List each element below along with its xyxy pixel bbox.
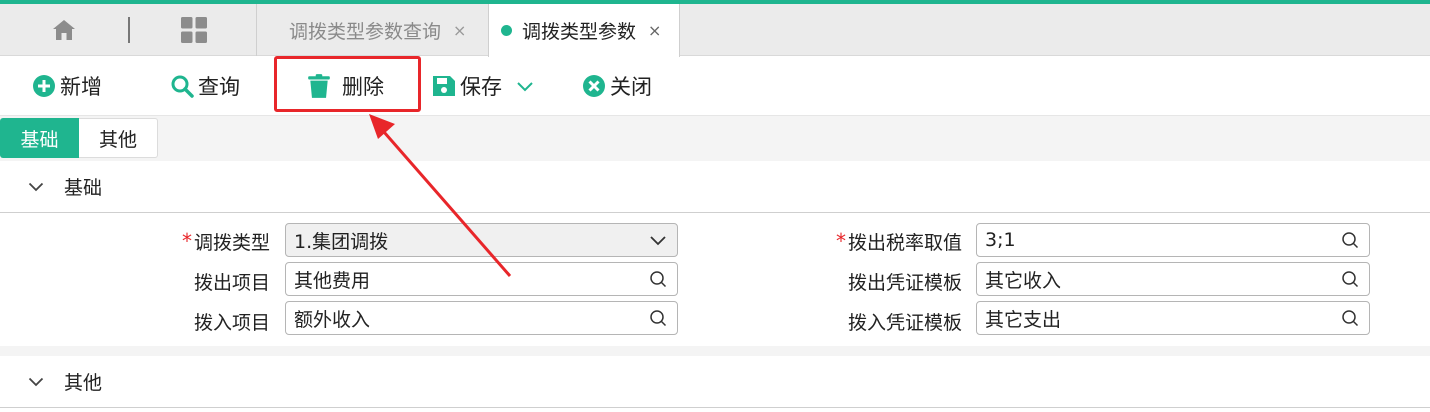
save-label: 保存 — [460, 75, 502, 99]
tab-transfer-type-param[interactable]: 调拨类型参数 × — [488, 4, 680, 57]
transfer-type-select[interactable]: 1.集团调拨 — [285, 223, 678, 257]
plus-circle-icon — [33, 75, 55, 97]
app-grid-button[interactable] — [170, 14, 218, 46]
add-button[interactable]: 新增 — [32, 67, 102, 105]
out-item-label: 拨出项目 — [193, 271, 270, 294]
query-label: 查询 — [198, 75, 240, 99]
section-title: 基础 — [64, 177, 103, 199]
required-mark: * — [835, 229, 846, 253]
section-header-basic[interactable]: 基础 — [0, 161, 1430, 213]
search-icon[interactable] — [1341, 231, 1359, 249]
in-item-label: 拨入项目 — [193, 311, 270, 334]
section-header-other[interactable]: 其他 — [0, 356, 1430, 408]
close-label: 关闭 — [610, 75, 652, 99]
out-voucher-field[interactable]: 其它收入 — [976, 262, 1370, 296]
out-tax-label: * 拨出税率取值 — [835, 229, 962, 254]
chevron-down-icon — [650, 236, 666, 246]
required-mark: * — [181, 229, 192, 253]
active-dot-icon — [501, 25, 512, 36]
subtab-other[interactable]: 其他 — [79, 118, 158, 158]
chevron-down-icon — [28, 182, 44, 191]
tab-divider — [128, 17, 130, 43]
close-circle-icon — [583, 75, 605, 97]
in-voucher-field[interactable]: 其它支出 — [976, 301, 1370, 335]
tab-bar: 调拨类型参数查询 × 调拨类型参数 × — [0, 4, 1430, 57]
toolbar: 新增 查询 删除 保存 关闭 — [0, 57, 1430, 115]
close-icon[interactable]: × — [453, 21, 466, 40]
search-icon[interactable] — [649, 309, 667, 327]
save-button[interactable]: 保存 — [432, 67, 538, 105]
add-label: 新增 — [60, 75, 102, 99]
close-button[interactable]: 关闭 — [582, 67, 652, 105]
delete-highlight-box — [274, 56, 421, 112]
out-tax-field[interactable]: 3;1 — [976, 223, 1370, 257]
section-gap — [0, 346, 1430, 356]
search-icon[interactable] — [649, 270, 667, 288]
section-title: 其他 — [64, 372, 103, 394]
search-icon[interactable] — [1341, 309, 1359, 327]
in-voucher-label: 拨入凭证模板 — [847, 311, 962, 334]
grid-icon — [181, 17, 207, 43]
query-button[interactable]: 查询 — [170, 67, 240, 105]
subtab-band — [0, 115, 1430, 161]
save-icon — [433, 76, 455, 96]
out-voucher-label: 拨出凭证模板 — [847, 271, 962, 294]
tab-label: 调拨类型参数查询 — [289, 20, 442, 43]
subtab-basic[interactable]: 基础 — [0, 118, 79, 158]
tab-transfer-type-param-query[interactable]: 调拨类型参数查询 × — [257, 4, 487, 56]
in-item-field[interactable]: 额外收入 — [285, 301, 678, 335]
chevron-down-icon — [28, 377, 44, 386]
close-icon[interactable]: × — [648, 21, 661, 40]
search-icon[interactable] — [1341, 270, 1359, 288]
search-icon — [171, 75, 194, 98]
home-icon — [53, 20, 75, 40]
home-button[interactable] — [40, 14, 88, 46]
chevron-down-icon[interactable] — [516, 80, 534, 92]
transfer-type-label: * 调拨类型 — [181, 229, 270, 254]
tab-label: 调拨类型参数 — [522, 21, 637, 43]
out-item-field[interactable]: 其他费用 — [285, 262, 678, 296]
